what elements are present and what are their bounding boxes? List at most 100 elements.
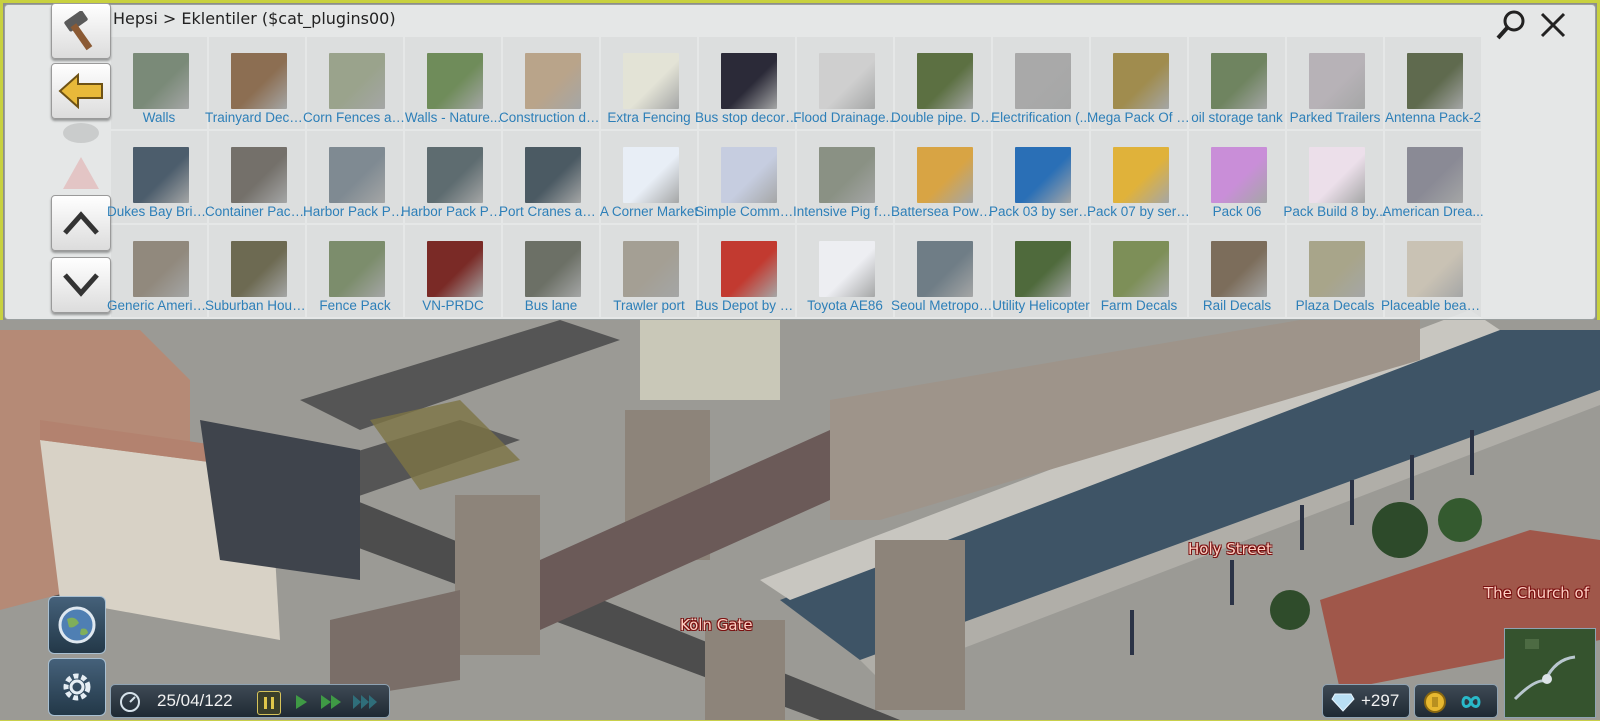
plugin-tile[interactable]: VN-PRDC	[403, 225, 503, 319]
plugin-thumbnail	[133, 147, 189, 203]
plugin-thumbnail	[427, 147, 483, 203]
plugin-tile[interactable]: Corn Fences an...	[303, 37, 407, 131]
plugin-tile[interactable]: Container Pack A	[205, 131, 309, 225]
plugin-tile[interactable]: Utility Helicopter	[991, 225, 1091, 319]
plugin-tile[interactable]: Farm Decals	[1089, 225, 1189, 319]
diamond-counter[interactable]: +297	[1322, 684, 1410, 718]
plugin-tile[interactable]: Bus stop decora...	[695, 37, 799, 131]
plugin-tile[interactable]: Bus lane	[501, 225, 601, 319]
plugin-thumbnail	[721, 241, 777, 297]
plugin-label: Intensive Pig farm	[793, 204, 897, 219]
plugin-tile[interactable]: Rail Decals	[1187, 225, 1287, 319]
plugin-label: Simple Commer...	[695, 204, 799, 219]
plugin-label: Trainyard Decor...	[205, 110, 309, 125]
plugin-tile[interactable]: Toyota AE86	[795, 225, 895, 319]
plugin-tile[interactable]: Flood Drainage...	[793, 37, 897, 131]
plugin-tile[interactable]: Walls - Nature...	[403, 37, 503, 131]
plugin-tile[interactable]: Seoul Metropoli...	[891, 225, 995, 319]
plugin-tile[interactable]: Construction de...	[499, 37, 603, 131]
map-label-holy-street[interactable]: Holy Street	[1188, 540, 1272, 558]
plugin-thumbnail	[1015, 147, 1071, 203]
plugin-label: Battersea Powe...	[891, 204, 995, 219]
plugin-tile[interactable]: Mega Pack Of M...	[1087, 37, 1191, 131]
plugin-label: Bus stop decora...	[695, 110, 799, 125]
plugin-tile[interactable]: Simple Commer...	[695, 131, 799, 225]
scroll-down-button[interactable]	[51, 257, 111, 313]
plugin-tile[interactable]: American Drea...	[1382, 131, 1484, 225]
plugin-tile[interactable]: Pack 06	[1187, 131, 1287, 225]
plugin-thumbnail	[623, 53, 679, 109]
plugin-thumbnail	[819, 147, 875, 203]
plugin-tile[interactable]: Trawler port	[599, 225, 699, 319]
warning-icon	[63, 157, 99, 189]
plugin-tile[interactable]: Walls	[109, 37, 209, 131]
plugin-tile[interactable]: Generic America...	[107, 225, 211, 319]
scroll-up-button[interactable]	[51, 195, 111, 251]
fast-forward-icon[interactable]	[319, 692, 345, 712]
pause-button[interactable]	[257, 691, 281, 715]
plugin-tile[interactable]: Placeable beach...	[1381, 225, 1485, 319]
infinity-icon	[1461, 696, 1481, 708]
plugin-thumbnail	[133, 53, 189, 109]
plugin-tile[interactable]: Port Cranes and...	[499, 131, 603, 225]
plugin-label: Seoul Metropoli...	[891, 298, 995, 313]
plugin-label: Extra Fencing	[607, 110, 691, 125]
plugin-label: Dukes Bay Bridge	[107, 204, 211, 219]
plugin-label: Walls - Nature...	[404, 110, 502, 125]
plugin-tile[interactable]: Dukes Bay Bridge	[107, 131, 211, 225]
plugin-tile[interactable]: Intensive Pig farm	[793, 131, 897, 225]
plugin-tile[interactable]: Battersea Powe...	[891, 131, 995, 225]
chevron-up-icon	[63, 211, 99, 235]
plugin-thumbnail	[329, 53, 385, 109]
plugin-thumbnail	[1113, 53, 1169, 109]
plugin-label: Construction de...	[499, 110, 603, 125]
minimap[interactable]	[1504, 628, 1596, 718]
plugin-label: Bus Depot by se...	[695, 298, 799, 313]
plugin-tile[interactable]: Trainyard Decor...	[205, 37, 309, 131]
plugin-tile[interactable]: Bus Depot by se...	[695, 225, 799, 319]
map-label-koln-gate[interactable]: Köln Gate	[680, 616, 753, 634]
coin-icon	[1424, 691, 1446, 713]
ultra-fast-forward-icon[interactable]	[351, 692, 381, 712]
plugin-tile[interactable]: Plaza Decals	[1285, 225, 1385, 319]
plugin-tile[interactable]: Double pipe. De...	[891, 37, 995, 131]
money-display[interactable]	[1414, 684, 1498, 718]
back-button[interactable]	[51, 63, 111, 119]
speedometer-icon[interactable]	[119, 691, 141, 713]
plugin-tile[interactable]: Pack 07 by sergi...	[1087, 131, 1191, 225]
plugin-tile[interactable]: Pack Build 8 by...	[1283, 131, 1387, 225]
plugin-thumbnail	[525, 53, 581, 109]
world-button[interactable]	[48, 596, 106, 654]
close-button[interactable]	[1535, 7, 1571, 43]
plugin-label: Rail Decals	[1202, 298, 1272, 313]
plugin-tile[interactable]: Antenna Pack-2	[1383, 37, 1483, 131]
plugin-tile[interactable]: A Corner Market	[599, 131, 699, 225]
plugin-thumbnail	[623, 241, 679, 297]
plugin-label: Generic America...	[107, 298, 211, 313]
play-icon[interactable]	[291, 692, 311, 712]
plugin-tile[interactable]: Electrification (...	[991, 37, 1091, 131]
plugin-tile[interactable]: Harbor Pack Par...	[401, 131, 505, 225]
plugin-tile[interactable]: Suburban House...	[205, 225, 309, 319]
diamond-count: +297	[1361, 691, 1400, 710]
plugin-tile[interactable]: oil storage tank	[1187, 37, 1287, 131]
plugin-label: Parked Trailers	[1289, 110, 1381, 125]
arrow-left-icon	[58, 73, 103, 109]
plugin-thumbnail	[1211, 53, 1267, 109]
globe-icon	[58, 606, 96, 644]
plugin-tile[interactable]: Pack 03 by sergi...	[989, 131, 1093, 225]
map-label-church[interactable]: The Church of	[1484, 584, 1589, 602]
plugin-thumbnail	[917, 53, 973, 109]
build-menu-button[interactable]	[51, 3, 111, 59]
eye-icon	[63, 123, 99, 143]
plugin-tile[interactable]: Fence Pack	[305, 225, 405, 319]
plugin-thumbnail	[525, 241, 581, 297]
plugin-label: oil storage tank	[1191, 110, 1283, 125]
plugin-label: Electrification (...	[991, 110, 1091, 125]
plugin-label: Bus lane	[524, 298, 578, 313]
plugin-thumbnail	[133, 241, 189, 297]
plugin-tile[interactable]: Parked Trailers	[1285, 37, 1385, 131]
settings-button[interactable]	[48, 658, 106, 716]
plugin-tile[interactable]: Harbor Pack Par...	[303, 131, 407, 225]
plugin-tile[interactable]: Extra Fencing	[599, 37, 699, 131]
